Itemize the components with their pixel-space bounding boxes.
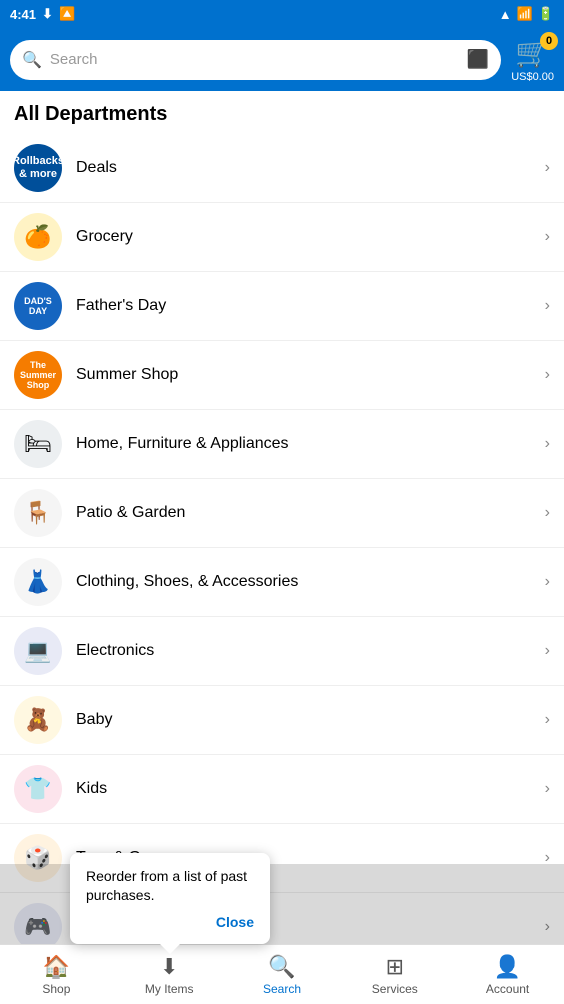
dept-chevron-summer: ›: [545, 366, 550, 384]
dept-label-summer: Summer Shop: [76, 366, 545, 384]
page-title: All Departments: [0, 91, 564, 134]
dept-chevron-clothing: ›: [545, 573, 550, 591]
dept-item-home[interactable]: 🛏 Home, Furniture & Appliances›: [0, 410, 564, 479]
nav-label-account: Account: [486, 982, 529, 996]
dept-label-home: Home, Furniture & Appliances: [76, 435, 545, 453]
bottom-nav: 🏠 Shop ⬇ My Items 🔍 Search ⊞ Services 👤 Account: [0, 944, 564, 1004]
dept-icon-summer: The Summer Shop: [14, 351, 62, 399]
barcode-icon[interactable]: ⬛: [467, 49, 489, 70]
dept-item-fathersday[interactable]: DAD'S DAY Father's Day›: [0, 272, 564, 341]
nav-icon-items: ⬇: [160, 954, 178, 980]
dept-item-clothing[interactable]: 👗 Clothing, Shoes, & Accessories›: [0, 548, 564, 617]
dept-icon-patio: 🪑: [14, 489, 62, 537]
dept-icon-home: 🛏: [14, 420, 62, 468]
dept-icon-baby: 🧸: [14, 696, 62, 744]
signal-icon: 📶: [517, 6, 533, 22]
tooltip-arrow: [160, 944, 180, 954]
tooltip-text: Reorder from a list of past purchases.: [86, 868, 247, 904]
dept-item-kids[interactable]: 👕 Kids›: [0, 755, 564, 824]
nav-item-account[interactable]: 👤 Account: [451, 945, 564, 1004]
dept-icon-deals: Rollbacks & more: [14, 144, 62, 192]
dept-item-summer[interactable]: The Summer Shop Summer Shop›: [0, 341, 564, 410]
cart-price: US$0.00: [511, 71, 554, 83]
status-left: 4:41 ⬇ 🔼: [10, 6, 75, 22]
dept-chevron-fathersday: ›: [545, 297, 550, 315]
tooltip-close-button[interactable]: Close: [86, 914, 254, 930]
dept-chevron-kids: ›: [545, 780, 550, 798]
dept-chevron-deals: ›: [545, 159, 550, 177]
dept-icon-clothing: 👗: [14, 558, 62, 606]
nav-icon-search: 🔍: [268, 954, 295, 980]
dept-item-baby[interactable]: 🧸 Baby›: [0, 686, 564, 755]
header: 🔍 Search ⬛ 0 🛒 US$0.00: [0, 28, 564, 91]
dept-label-electronics: Electronics: [76, 642, 545, 660]
dept-label-clothing: Clothing, Shoes, & Accessories: [76, 573, 545, 591]
dept-item-deals[interactable]: Rollbacks & more Deals›: [0, 134, 564, 203]
tooltip: Reorder from a list of past purchases. C…: [70, 853, 270, 944]
dept-item-electronics[interactable]: 💻 Electronics›: [0, 617, 564, 686]
dept-chevron-patio: ›: [545, 504, 550, 522]
status-bar: 4:41 ⬇ 🔼 ▲ 📶 🔋: [0, 0, 564, 28]
battery-icon: 🔋: [538, 6, 554, 22]
dept-chevron-baby: ›: [545, 711, 550, 729]
alert-icon: 🔼: [59, 6, 75, 22]
dept-chevron-grocery: ›: [545, 228, 550, 246]
nav-label-items: My Items: [145, 982, 194, 996]
dept-label-grocery: Grocery: [76, 228, 545, 246]
dept-label-kids: Kids: [76, 780, 545, 798]
dept-icon-electronics: 💻: [14, 627, 62, 675]
nav-icon-shop: 🏠: [43, 954, 70, 980]
nav-icon-account: 👤: [494, 954, 521, 980]
search-icon: 🔍: [22, 50, 42, 70]
nav-label-services: Services: [372, 982, 418, 996]
dept-chevron-home: ›: [545, 435, 550, 453]
dept-icon-fathersday: DAD'S DAY: [14, 282, 62, 330]
dept-item-grocery[interactable]: 🍊 Grocery›: [0, 203, 564, 272]
dept-icon-grocery: 🍊: [14, 213, 62, 261]
dept-label-fathersday: Father's Day: [76, 297, 545, 315]
cart-button[interactable]: 0 🛒 US$0.00: [511, 36, 554, 83]
dept-icon-kids: 👕: [14, 765, 62, 813]
dept-chevron-electronics: ›: [545, 642, 550, 660]
nav-label-shop: Shop: [42, 982, 70, 996]
nav-item-services[interactable]: ⊞ Services: [338, 945, 451, 1004]
status-right: ▲ 📶 🔋: [499, 6, 554, 22]
dept-label-baby: Baby: [76, 711, 545, 729]
wifi-icon: ▲: [499, 7, 512, 22]
search-placeholder: Search: [50, 51, 459, 68]
dept-item-patio[interactable]: 🪑 Patio & Garden›: [0, 479, 564, 548]
dept-label-deals: Deals: [76, 159, 545, 177]
status-time: 4:41: [10, 7, 36, 22]
download-icon: ⬇: [42, 6, 53, 22]
cart-badge: 0: [540, 32, 558, 50]
department-list: Rollbacks & moreDeals›🍊Grocery›DAD'S DAY…: [0, 134, 564, 950]
dept-label-patio: Patio & Garden: [76, 504, 545, 522]
nav-icon-services: ⊞: [386, 954, 404, 980]
nav-item-search[interactable]: 🔍 Search: [226, 945, 339, 1004]
nav-label-search: Search: [263, 982, 301, 996]
search-bar[interactable]: 🔍 Search ⬛: [10, 40, 501, 80]
nav-item-shop[interactable]: 🏠 Shop: [0, 945, 113, 1004]
